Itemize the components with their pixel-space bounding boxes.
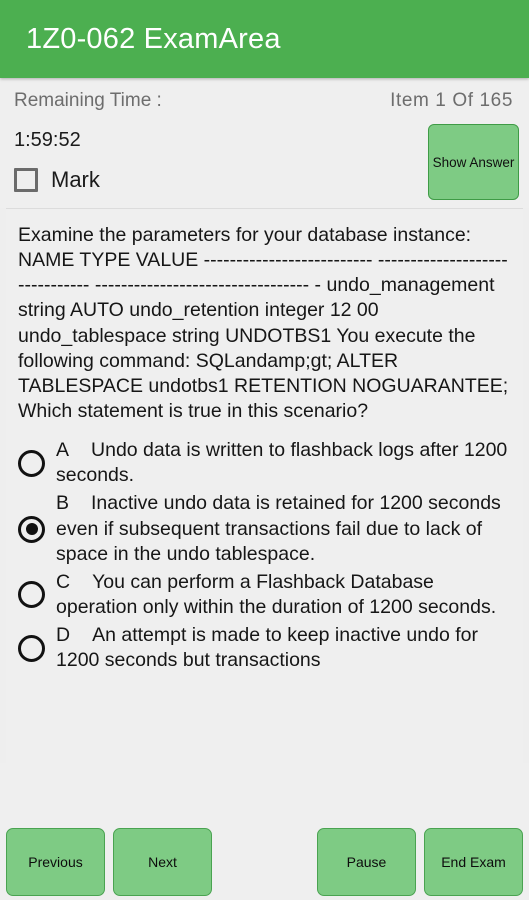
- question-scroll-area[interactable]: Examine the parameters for your database…: [6, 208, 523, 763]
- answer-option-letter: B: [56, 492, 70, 515]
- answer-option-text: D An attempt is made to keep inactive und…: [56, 624, 478, 672]
- answer-options-list: A Undo data is written to flashback logs …: [18, 438, 511, 673]
- mark-label: Mark: [51, 167, 100, 192]
- answer-option-a[interactable]: A Undo data is written to flashback logs …: [18, 438, 511, 488]
- answer-option-letter: C: [56, 570, 71, 593]
- question-content: Examine the parameters for your database…: [6, 209, 523, 673]
- status-row: Remaining Time : Item 1 Of 165: [14, 78, 515, 112]
- radio-button-b-icon[interactable]: [18, 515, 45, 543]
- item-counter: Item 1 Of 165: [390, 90, 513, 111]
- radio-button-d-icon[interactable]: [18, 634, 45, 662]
- answer-option-c[interactable]: C You can perform a Flashback Database op…: [18, 570, 511, 620]
- pause-button[interactable]: Pause: [317, 828, 416, 896]
- answer-option-b[interactable]: B Inactive undo data is retained for 1200…: [18, 491, 511, 566]
- app-header: 1Z0-062 ExamArea: [0, 0, 529, 78]
- navigation-button-bar: Previous Next Pause End Exam: [0, 763, 529, 900]
- previous-button[interactable]: Previous: [6, 828, 105, 896]
- answer-option-text: C You can perform a Flashback Database op…: [56, 570, 497, 618]
- exam-app-root: 1Z0-062 ExamArea Remaining Time : Item 1…: [0, 0, 529, 900]
- answer-option-d[interactable]: D An attempt is made to keep inactive und…: [18, 623, 511, 673]
- question-stem: Examine the parameters for your database…: [18, 224, 509, 422]
- exam-status-bar: Remaining Time : Item 1 Of 165 1:59:52 M…: [0, 78, 529, 208]
- answer-option-text: B Inactive undo data is retained for 1200…: [56, 492, 501, 565]
- end-exam-button[interactable]: End Exam: [424, 828, 523, 896]
- next-button[interactable]: Next: [113, 828, 212, 896]
- answer-option-text: A Undo data is written to flashback logs …: [56, 439, 508, 487]
- radio-button-c-icon[interactable]: [18, 581, 45, 609]
- page-title: 1Z0-062 ExamArea: [26, 22, 281, 55]
- mark-checkbox[interactable]: [14, 168, 38, 192]
- answer-option-letter: D: [56, 624, 71, 647]
- remaining-time-label: Remaining Time :: [14, 90, 162, 111]
- answer-option-letter: A: [56, 439, 70, 462]
- radio-button-a-icon[interactable]: [18, 449, 45, 477]
- show-answer-button[interactable]: Show Answer: [428, 124, 519, 200]
